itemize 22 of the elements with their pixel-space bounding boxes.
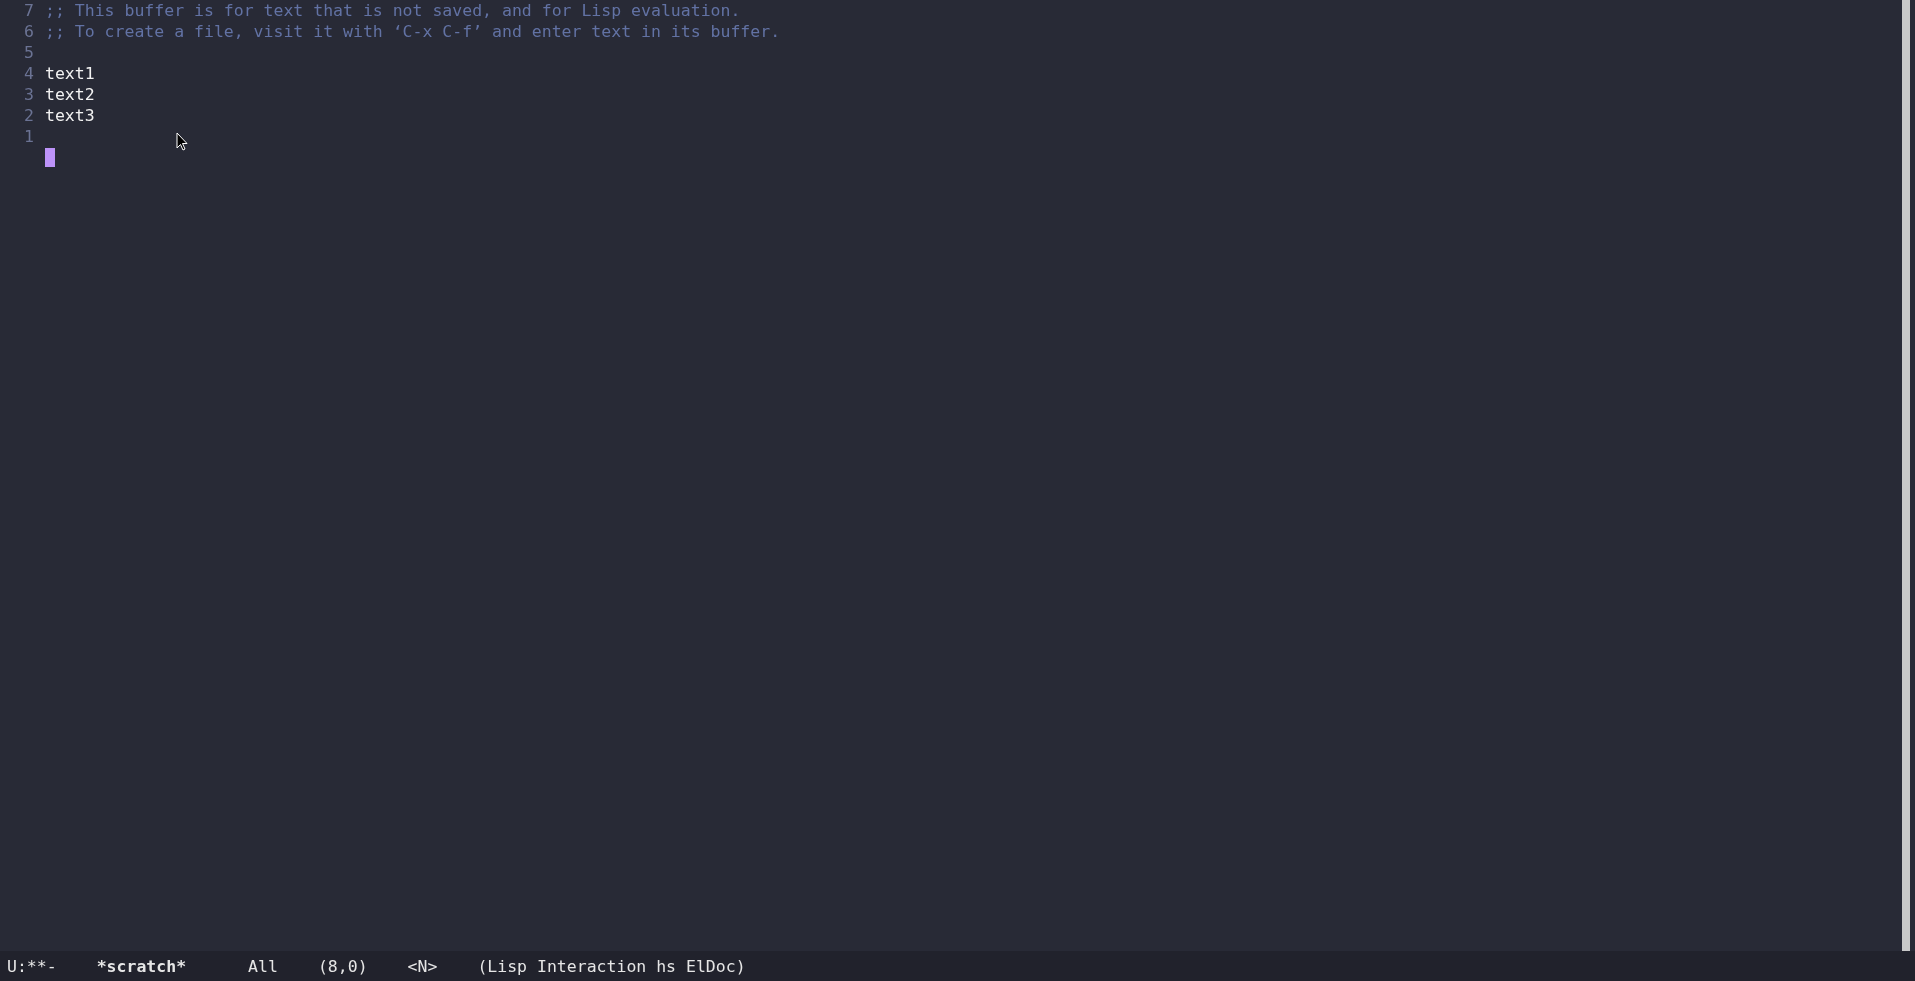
code-text: text2	[45, 85, 95, 104]
line-number: 7	[23, 1, 35, 20]
evil-state: <N>	[407, 956, 438, 976]
editor-area[interactable]: 7 ;; This buffer is for text that is not saved, and for Lisp evaluation. 6 ;; To create a file, visit it with ‘C-x C-f’ and enter text in its buffer. 5 4 text1 3 text2 2 text3 1	[0, 0, 1902, 951]
line-number: 1	[23, 127, 35, 146]
line-number: 4	[23, 64, 35, 83]
mouse-pointer-icon	[176, 132, 188, 151]
buffer-name: *scratch*	[96, 956, 187, 976]
line-number: 2	[23, 106, 35, 125]
scroll-position: All	[248, 956, 278, 976]
scrollbar[interactable]	[1902, 0, 1910, 951]
code-text: text3	[45, 106, 95, 125]
line-number: 6	[23, 22, 35, 41]
modified-state: U:**-	[7, 956, 57, 976]
comment-text: ;; This buffer is for text that is not saved, and for Lisp evaluation.	[45, 1, 741, 20]
line-number: 5	[23, 43, 35, 62]
comment-text: ;; To create a file, visit it with ‘C-x C-f’ and enter text in its buffer.	[45, 22, 781, 41]
cursor-position: (8,0)	[317, 956, 368, 976]
major-minor-modes: (Lisp Interaction hs ElDoc)	[477, 956, 746, 976]
text-cursor	[45, 148, 55, 167]
code-text: text1	[45, 64, 95, 83]
line-number: 3	[23, 85, 35, 104]
